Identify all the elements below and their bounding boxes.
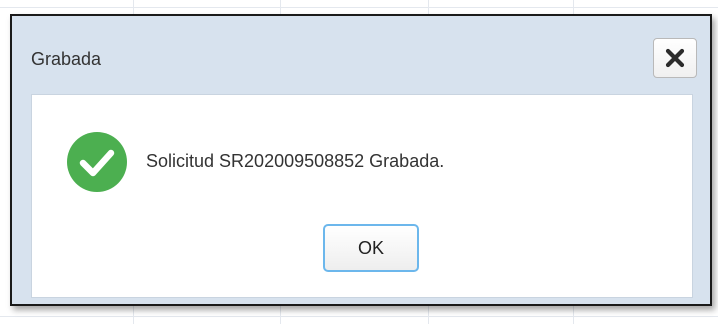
dialog-titlebar: Grabada	[12, 16, 710, 94]
check-circle-icon	[66, 131, 128, 193]
close-button[interactable]	[653, 38, 697, 78]
dialog-message: Solicitud SR202009508852 Grabada.	[146, 151, 445, 171]
page-background: Grabada Solicitud SR202009508852 Grabada…	[0, 0, 718, 324]
dialog-title: Grabada	[31, 49, 102, 69]
ok-button[interactable]: OK	[323, 224, 419, 272]
close-icon	[665, 48, 685, 68]
background-grid-line	[0, 7, 718, 8]
confirmation-dialog: Grabada Solicitud SR202009508852 Grabada…	[10, 14, 712, 306]
dialog-content: Solicitud SR202009508852 Grabada. OK	[31, 94, 693, 298]
background-grid-line	[0, 316, 718, 317]
